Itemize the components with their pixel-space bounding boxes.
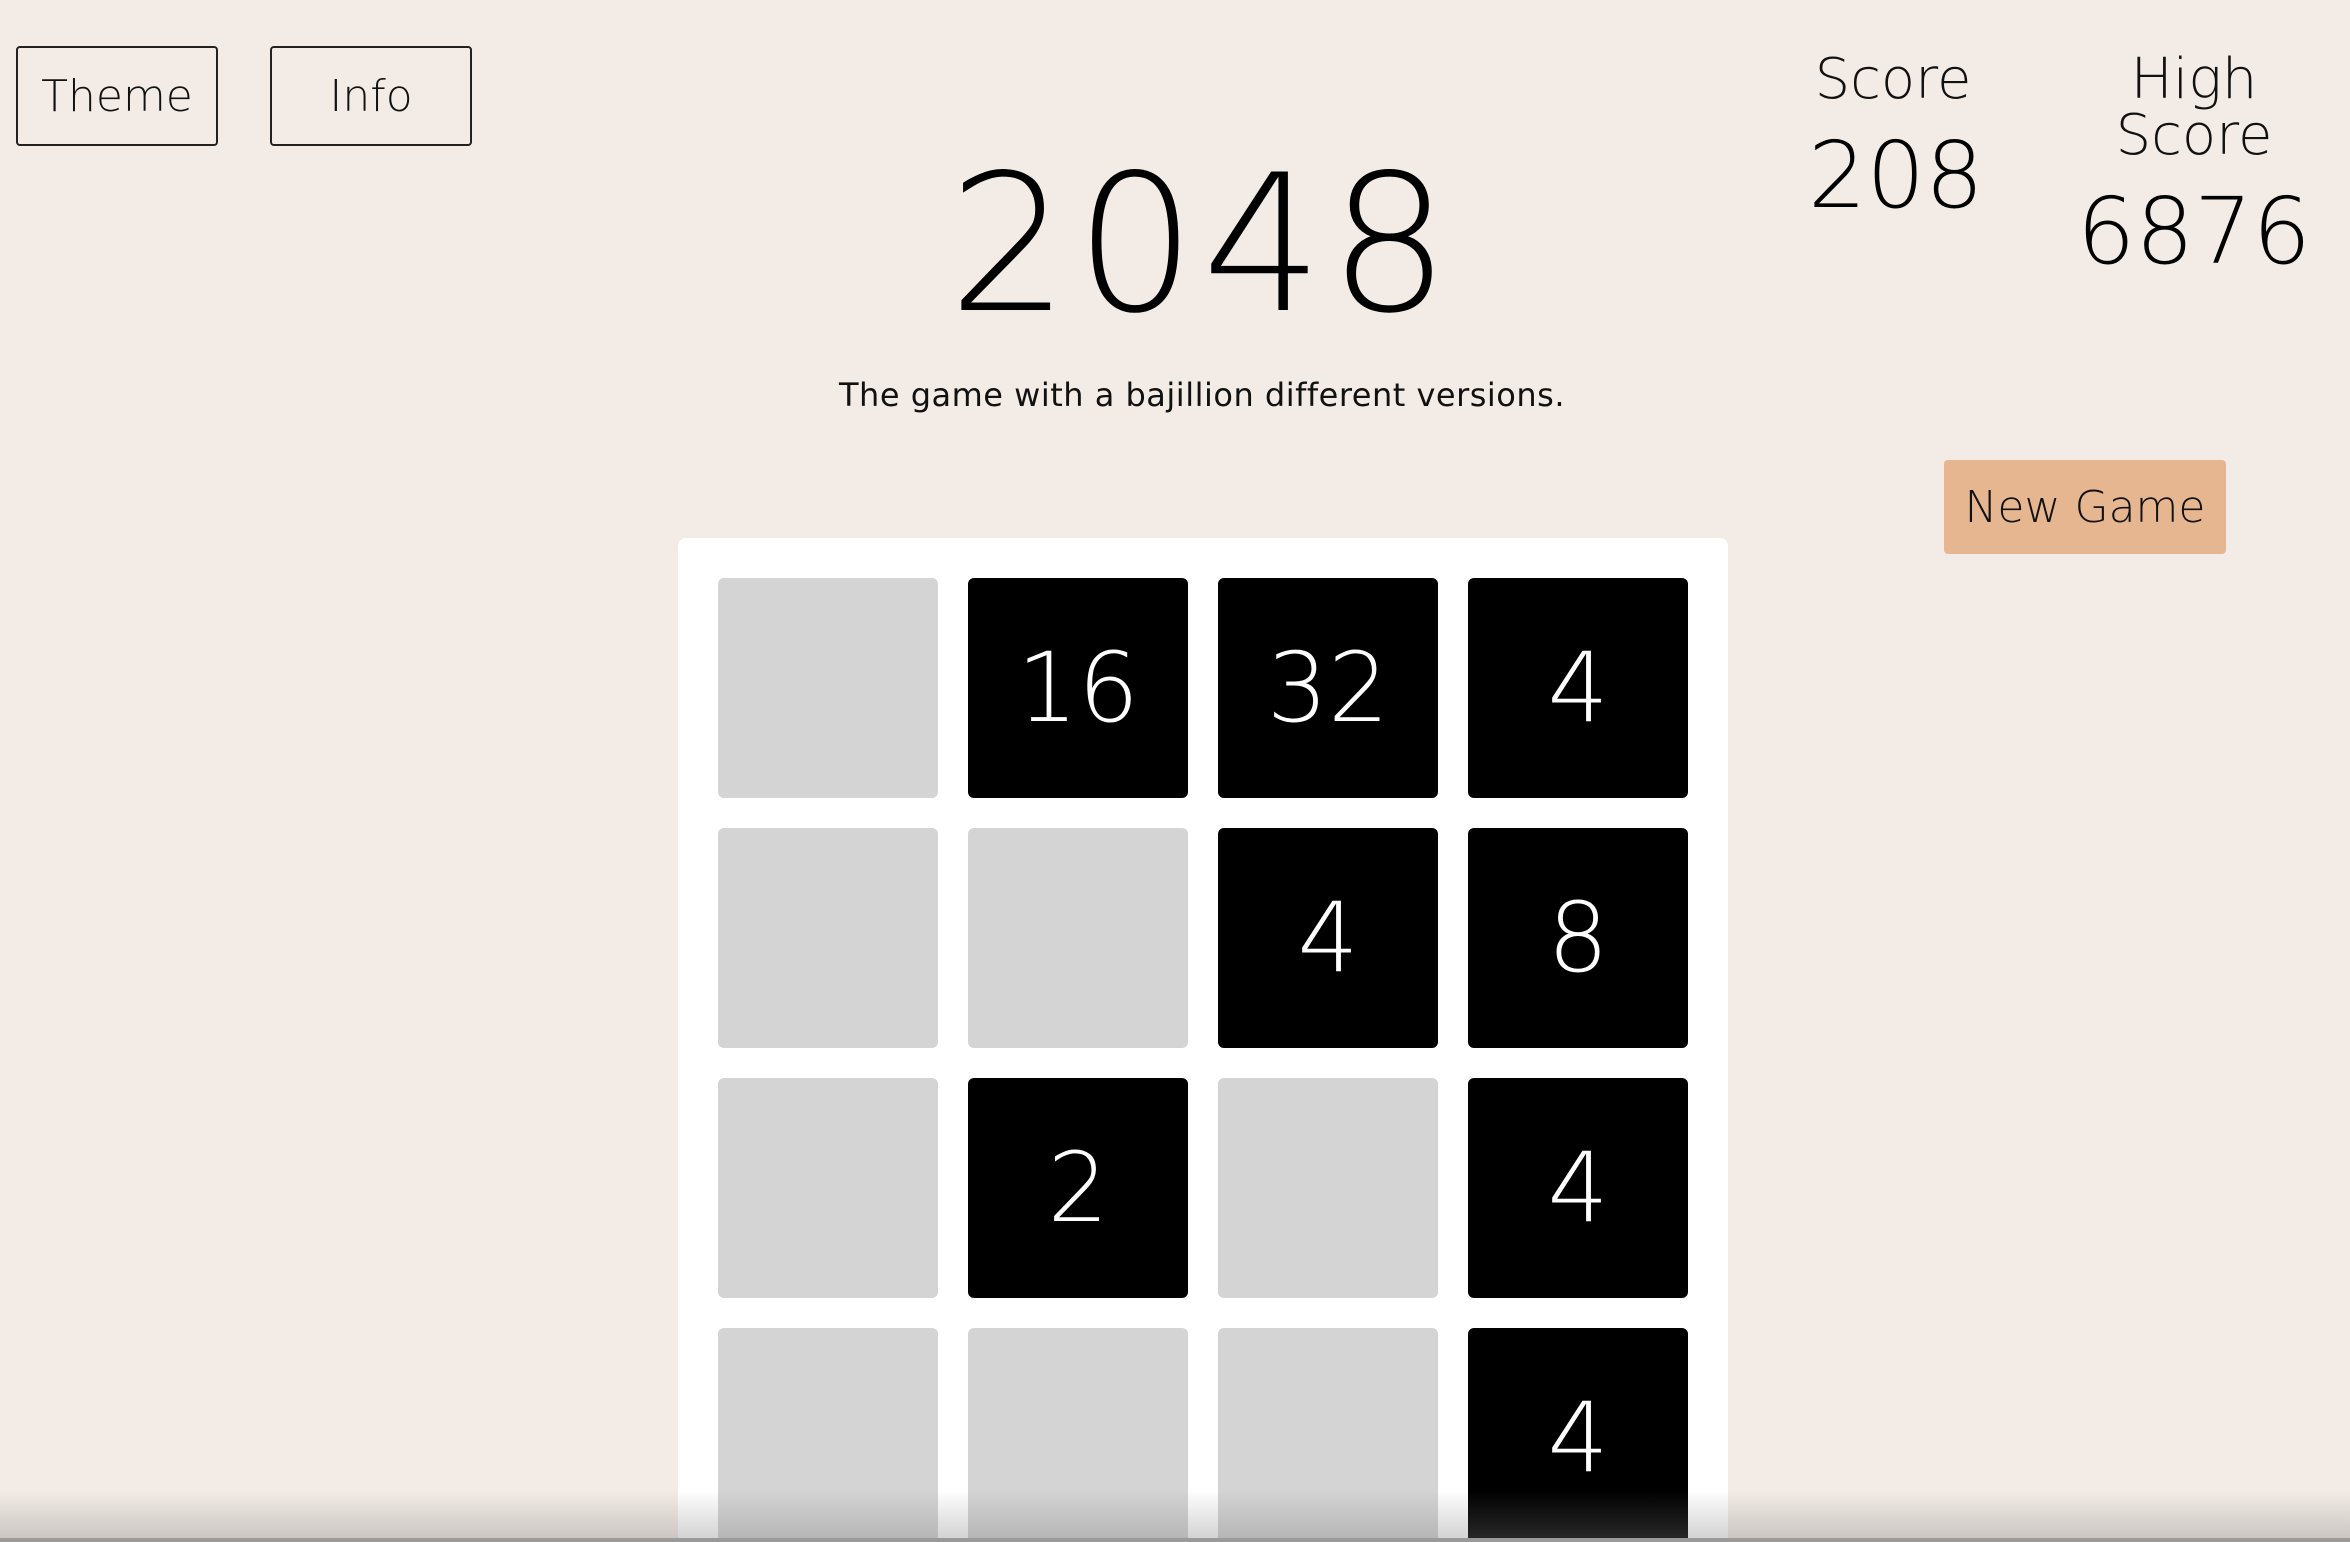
theme-button[interactable]: Theme xyxy=(16,46,218,146)
board-tile xyxy=(718,828,938,1048)
board-tile xyxy=(968,828,1188,1048)
board-tile: 4 xyxy=(1218,828,1438,1048)
info-button[interactable]: Info xyxy=(270,46,472,146)
board-tile xyxy=(1218,1078,1438,1298)
board-tile xyxy=(718,578,938,798)
score-panel: Score 208 xyxy=(1808,47,1984,229)
board-tile xyxy=(968,1328,1188,1542)
board-tile: 4 xyxy=(1468,1328,1688,1542)
board-tile: 4 xyxy=(1468,578,1688,798)
bottom-edge-divider xyxy=(0,1538,2350,1542)
board-tile: 32 xyxy=(1218,578,1438,798)
game-subtitle: The game with a bajillion different vers… xyxy=(839,376,1565,414)
new-game-button[interactable]: New Game xyxy=(1944,460,2226,554)
board-tile xyxy=(718,1078,938,1298)
high-score-value: 6876 xyxy=(2076,178,2312,285)
board-tile: 4 xyxy=(1468,1078,1688,1298)
board-tile xyxy=(1218,1328,1438,1542)
board-tile: 8 xyxy=(1468,828,1688,1048)
score-label: Score xyxy=(1814,47,1972,112)
board-tile: 16 xyxy=(968,578,1188,798)
game-title: 2048 xyxy=(948,134,1456,355)
game-board[interactable]: 16 32 4 4 8 2 4 4 xyxy=(678,538,1728,1542)
score-value: 208 xyxy=(1808,122,1984,229)
high-score-panel: High Score 6876 xyxy=(2044,52,2344,278)
high-score-label: High Score xyxy=(2115,47,2273,168)
board-tile: 2 xyxy=(968,1078,1188,1298)
board-tile xyxy=(718,1328,938,1542)
